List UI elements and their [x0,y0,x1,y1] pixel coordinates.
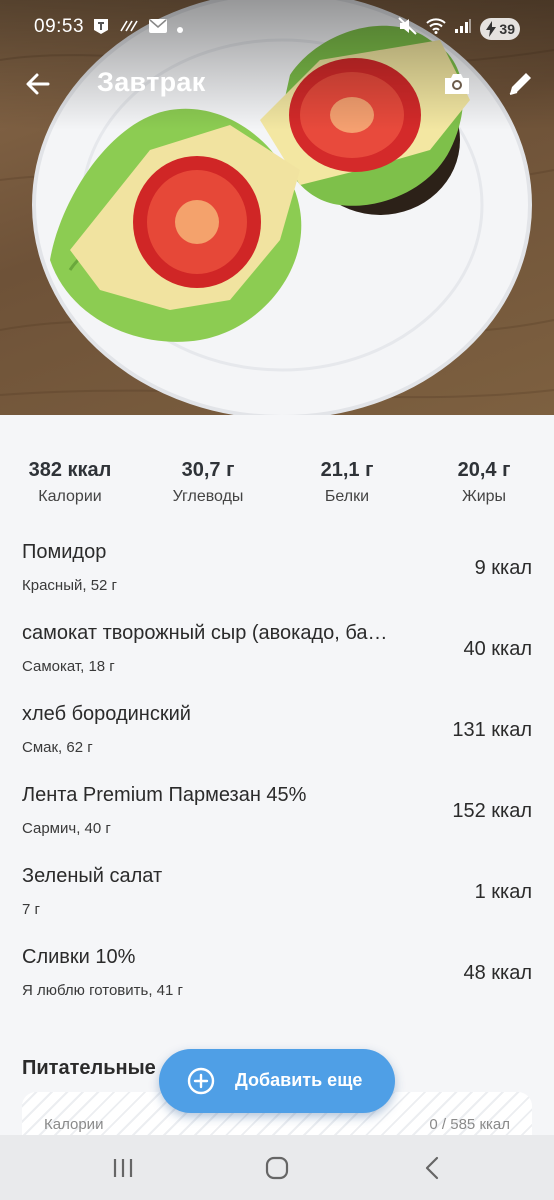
macro-protein-label: Белки [324,488,370,505]
home-button[interactable] [262,1153,292,1183]
chevron-left-icon [425,1156,439,1180]
macro-fat: 20,4 г Жиры [414,459,554,506]
add-more-button[interactable]: Добавить еще [159,1049,395,1113]
add-circle-icon [187,1067,215,1095]
status-bar: 09:53 39 [0,0,554,56]
macro-calories: 382 ккал Калории [0,459,140,506]
macro-calories-value: 382 ккал [28,459,112,481]
food-calories: 152 ккал [452,800,532,822]
macro-carbs: 30,7 г Углеводы [138,459,278,506]
recent-apps-button[interactable] [108,1153,138,1183]
food-item[interactable]: хлеб бородинский Смак, 62 г 131 ккал [0,697,554,778]
app-bar: Завтрак [0,56,554,112]
edit-button[interactable] [506,68,536,98]
nutrients-section-title: Питательные [22,1057,156,1079]
recent-apps-icon [113,1159,133,1177]
macros-summary: 382 ккал Калории 30,7 г Углеводы 21,1 г … [0,459,554,519]
dot-icon [177,20,183,38]
add-more-label: Добавить еще [235,1070,363,1090]
back-nav-button[interactable] [417,1153,447,1183]
food-name: Сливки 10% [22,946,136,968]
camera-button[interactable] [442,69,472,99]
food-details: Красный, 52 г [22,577,118,594]
status-system-icons: 39 [398,17,520,40]
status-time: 09:53 [34,16,85,37]
food-item[interactable]: Сливки 10% Я люблю готовить, 41 г 48 кка… [0,940,554,1021]
macro-fat-label: Жиры [461,488,507,505]
food-details: Смак, 62 г [22,739,93,756]
food-name: Помидор [22,541,107,563]
food-details: Сармич, 40 г [22,820,111,837]
food-calories: 48 ккал [463,962,532,984]
macro-fat-value: 20,4 г [457,459,511,481]
food-item[interactable]: Зеленый салат 7 г 1 ккал [0,859,554,940]
nutrient-row-value: 0 / 585 ккал [429,1116,510,1133]
macro-carbs-value: 30,7 г [181,459,235,481]
pencil-icon [509,73,531,95]
food-list: Помидор Красный, 52 г 9 ккал самокат тво… [0,535,554,1021]
camera-icon [445,74,469,94]
app-notification-icon [92,17,110,40]
food-calories: 1 ккал [474,881,532,903]
battery-level: 39 [499,20,515,37]
food-item[interactable]: Помидор Красный, 52 г 9 ккал [0,535,554,616]
food-details: Самокат, 18 г [22,658,115,675]
charging-bolt-icon [486,20,496,37]
food-item[interactable]: Лента Premium Пармезан 45% Сармич, 40 г … [0,778,554,859]
food-calories: 9 ккал [474,557,532,579]
food-details: 7 г [22,901,40,918]
food-name: самокат творожный сыр (авокадо, ба… [22,622,388,644]
macro-protein: 21,1 г Белки [277,459,417,506]
mute-icon [398,17,418,40]
nutrient-row-label: Калории [44,1116,104,1133]
food-name: Лента Premium Пармезан 45% [22,784,307,806]
mail-icon [148,18,168,39]
food-details: Я люблю готовить, 41 г [22,982,183,999]
food-item[interactable]: самокат творожный сыр (авокадо, ба… Само… [0,616,554,697]
page-title: Завтрак [97,67,206,97]
arrow-back-icon [26,73,50,95]
macro-carbs-label: Углеводы [172,488,244,505]
food-calories: 40 ккал [463,638,532,660]
back-button[interactable] [22,68,54,100]
macro-protein-value: 21,1 г [320,459,374,481]
system-nav-bar [0,1135,554,1200]
home-icon [265,1156,289,1180]
cellular-signal-icon [454,18,472,39]
food-name: Зеленый салат [22,865,163,887]
battery-indicator: 39 [480,17,520,40]
food-calories: 131 ккал [452,719,532,741]
wifi-icon [426,18,446,39]
signal-hash-icon [119,19,139,38]
status-notification-icons [92,17,183,40]
meal-details: 382 ккал Калории 30,7 г Углеводы 21,1 г … [0,415,554,1152]
food-name: хлеб бородинский [22,703,191,725]
macro-calories-label: Калории [38,488,102,505]
